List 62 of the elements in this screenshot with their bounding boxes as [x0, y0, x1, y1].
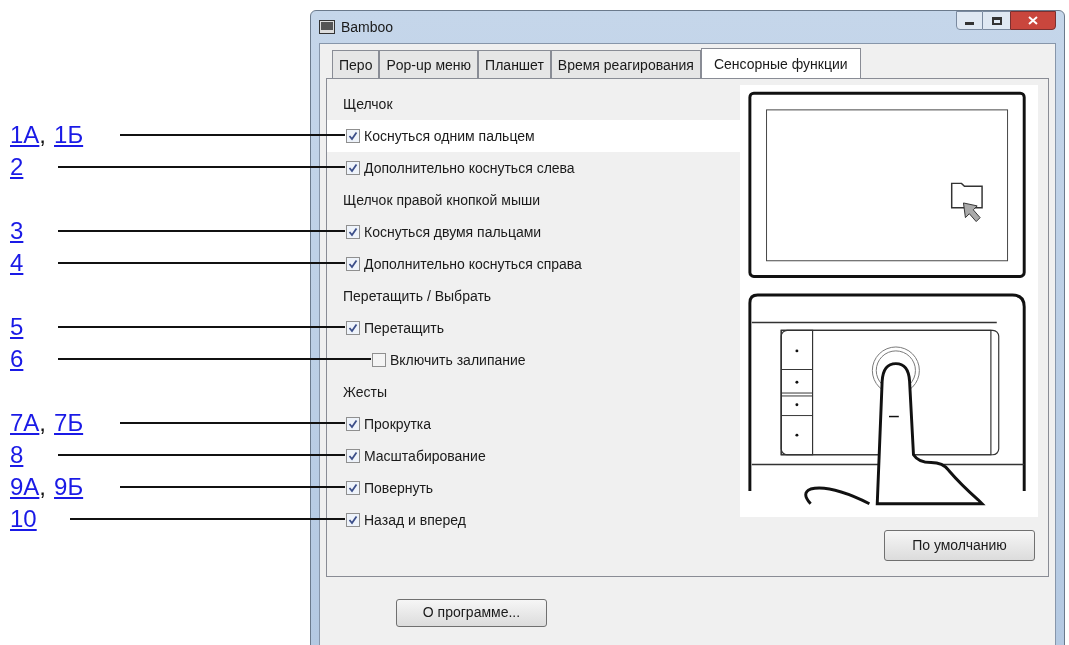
checkbox[interactable]: [346, 225, 360, 239]
checkbox-label[interactable]: Назад и вперед: [364, 509, 466, 531]
check-icon: [348, 259, 358, 269]
section-heading: Жесты: [343, 382, 388, 402]
section-heading: Щелчок: [343, 94, 393, 114]
tab[interactable]: Время реагирования: [550, 50, 701, 78]
app-window-icon: [319, 20, 335, 34]
close-button[interactable]: [1010, 11, 1056, 30]
checkbox[interactable]: [346, 417, 360, 431]
section-heading: Щелчок правой кнопкой мыши: [343, 190, 541, 210]
check-icon: [348, 483, 358, 493]
checkbox-label[interactable]: Перетащить: [364, 317, 445, 339]
checkbox-row[interactable]: Назад и вперед: [327, 504, 740, 536]
check-icon: [348, 227, 358, 237]
tab[interactable]: Планшет: [478, 50, 551, 78]
checkbox-row[interactable]: Коснуться одним пальцем: [327, 120, 740, 152]
checkbox-label[interactable]: Дополнительно коснуться слева: [364, 157, 575, 179]
callout-link[interactable]: 9Б: [54, 469, 84, 505]
check-icon: [348, 451, 358, 461]
callout-link[interactable]: 7Б: [54, 405, 84, 441]
check-icon: [348, 323, 358, 333]
checkbox-row[interactable]: Прокрутка: [327, 408, 740, 440]
checkbox-label[interactable]: Коснуться двумя пальцами: [364, 221, 542, 243]
section-heading: Перетащить / Выбрать: [343, 286, 492, 306]
callout-separator: ,: [39, 472, 47, 502]
checkbox-row[interactable]: Коснуться двумя пальцами: [327, 216, 740, 248]
checkbox-row[interactable]: Дополнительно коснуться слева: [327, 152, 740, 184]
checkbox-label[interactable]: Повернуть: [364, 477, 434, 499]
tab[interactable]: Перо: [332, 50, 380, 78]
check-icon: [348, 515, 358, 525]
checkbox[interactable]: [346, 129, 360, 143]
check-icon: [348, 419, 358, 429]
tab[interactable]: Pop-up меню: [379, 50, 479, 78]
checkbox-label[interactable]: Коснуться одним пальцем: [364, 125, 535, 147]
close-icon: [1028, 16, 1038, 25]
check-icon: [348, 131, 358, 141]
checkbox-label[interactable]: Масштабирование: [364, 445, 486, 467]
tab[interactable]: Сенсорные функции: [700, 48, 861, 79]
callout-separator: ,: [39, 408, 47, 438]
check-icon: [348, 163, 358, 173]
checkbox-row[interactable]: Включить залипание: [327, 344, 740, 376]
checkbox-label[interactable]: Дополнительно коснуться справа: [364, 253, 582, 275]
minimize-button[interactable]: [956, 11, 983, 30]
checkbox-row[interactable]: Повернуть: [327, 472, 740, 504]
callout-link[interactable]: 1Б: [54, 117, 84, 153]
checkbox[interactable]: [346, 513, 360, 527]
checkbox-row[interactable]: Перетащить: [327, 312, 740, 344]
checkbox-row[interactable]: Масштабирование: [327, 440, 740, 472]
callout-separator: ,: [39, 120, 47, 150]
checkbox[interactable]: [346, 481, 360, 495]
checkbox-label[interactable]: Прокрутка: [364, 413, 432, 435]
checkbox[interactable]: [346, 449, 360, 463]
checkbox[interactable]: [346, 257, 360, 271]
default-button[interactable]: По умолчанию: [884, 530, 1035, 561]
checkbox-row[interactable]: Дополнительно коснуться справа: [327, 248, 740, 280]
checkbox[interactable]: [346, 321, 360, 335]
checkbox[interactable]: [372, 353, 386, 367]
checkbox[interactable]: [346, 161, 360, 175]
about-button[interactable]: О программе...: [396, 598, 547, 627]
window-title: Bamboo: [341, 17, 394, 37]
maximize-button[interactable]: [983, 11, 1010, 30]
checkbox-label[interactable]: Включить залипание: [390, 349, 526, 371]
